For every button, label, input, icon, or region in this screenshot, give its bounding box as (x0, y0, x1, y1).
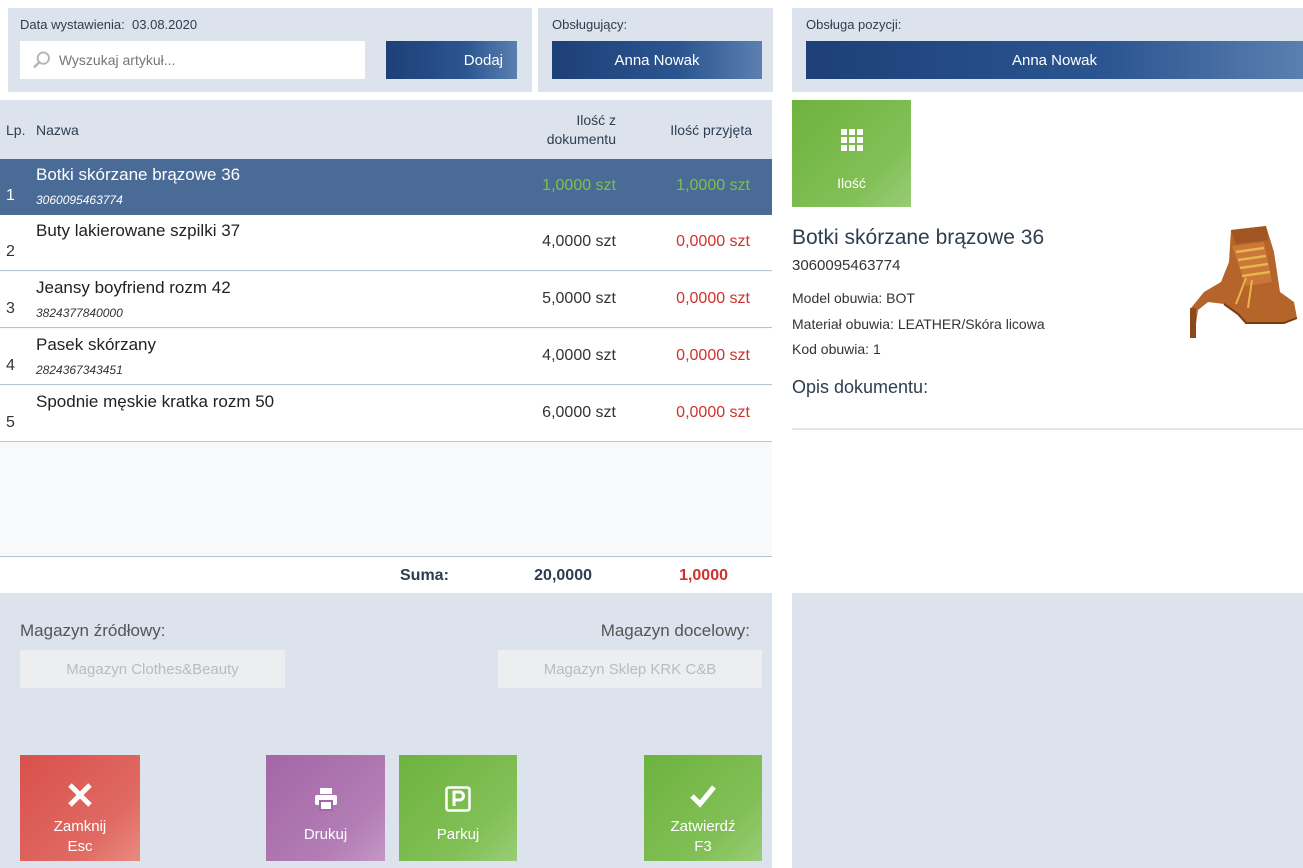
table-row[interactable]: 2 Buty lakierowane szpilki 37 4,0000 szt… (0, 215, 772, 271)
target-warehouse-button[interactable]: Magazyn Sklep KRK C&B (498, 650, 762, 688)
park-button[interactable]: Parkuj (399, 755, 517, 861)
print-button[interactable]: Drukuj (266, 755, 385, 861)
target-warehouse-label: Magazyn docelowy: (600, 621, 750, 640)
quantity-button[interactable]: Ilość (792, 100, 911, 207)
detail-product-name: Botki skórzane brązowe 36 (792, 226, 1045, 249)
source-warehouse-label: Magazyn źródłowy: (20, 621, 166, 640)
detail-shoe-material: Materiał obuwia: LEATHER/Skóra licowa (792, 316, 1045, 332)
search-field[interactable] (20, 41, 365, 79)
checkmark-icon (690, 785, 716, 808)
sum-qty-received: 1,0000 (679, 567, 728, 584)
description-divider (792, 428, 1303, 430)
search-input[interactable] (50, 52, 365, 68)
handler-button[interactable]: Anna Nowak (552, 41, 762, 79)
table-row[interactable]: 3 Jeansy boyfriend rozm 42 3824377840000… (0, 272, 772, 328)
close-icon (68, 783, 92, 807)
issue-date-value: 03.08.2020 (132, 17, 198, 32)
detail-product-code: 3060095463774 (792, 257, 901, 274)
product-image (1190, 226, 1298, 338)
close-button[interactable]: Zamknij Esc (20, 755, 140, 861)
sum-label: Suma: (400, 567, 449, 584)
detail-shoe-code: Kod obuwia: 1 (792, 341, 881, 357)
bottom-right-panel (792, 593, 1303, 868)
table-row[interactable]: 5 Spodnie męskie kratka rozm 50 6,0000 s… (0, 386, 772, 442)
printer-icon (314, 788, 337, 811)
column-name: Nazwa (36, 122, 79, 138)
detail-shoe-model: Model obuwia: BOT (792, 290, 915, 306)
search-icon (33, 51, 50, 69)
handler-label: Obsługujący: (552, 17, 628, 32)
parking-icon (445, 786, 471, 812)
confirm-button[interactable]: Zatwierdź F3 (644, 755, 762, 861)
issue-date-label: Data wystawienia: 03.08.2020 (20, 17, 198, 32)
source-warehouse-button[interactable]: Magazyn Clothes&Beauty (20, 650, 285, 688)
add-button[interactable]: Dodaj (386, 41, 517, 79)
table-row[interactable]: 4 Pasek skórzany 2824367343451 4,0000 sz… (0, 329, 772, 385)
position-handler-button[interactable]: Anna Nowak (806, 41, 1303, 79)
position-handler-label: Obsługa pozycji: (806, 17, 902, 32)
column-qty-doc: Ilość z dokumentu (546, 112, 616, 147)
table-row[interactable]: 1 Botki skórzane brązowe 36 306009546377… (0, 159, 772, 215)
document-description-label: Opis dokumentu: (792, 377, 929, 397)
sum-qty-doc: 20,0000 (534, 567, 592, 584)
column-qty-received: Ilość przyjęta (670, 122, 752, 138)
column-lp: Lp. (6, 122, 26, 138)
keypad-icon (840, 129, 863, 151)
